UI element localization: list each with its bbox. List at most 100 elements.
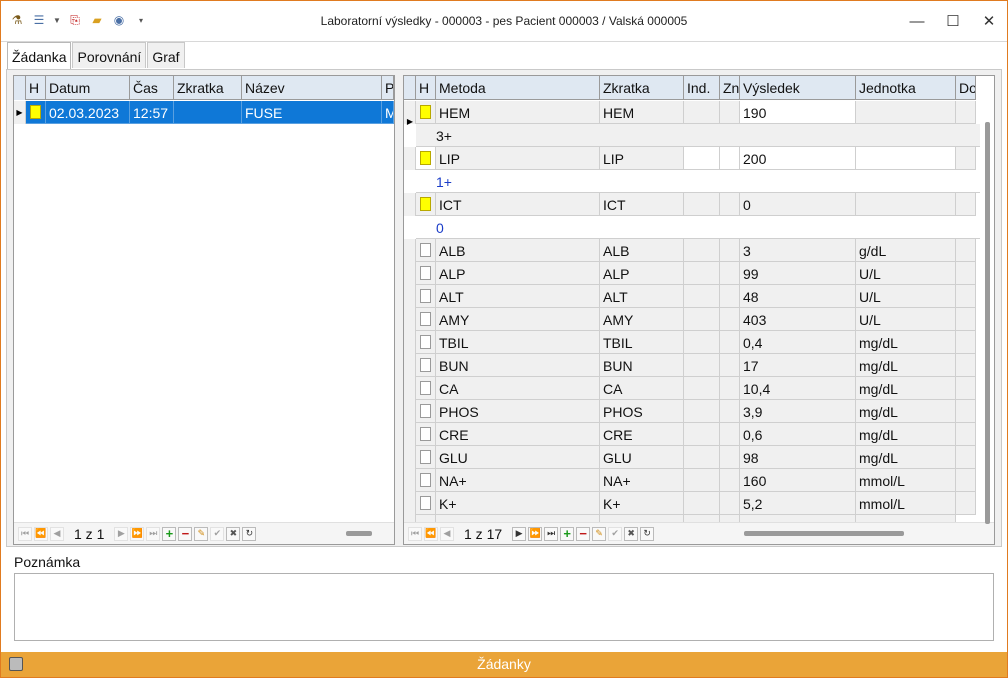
cell-vysledek[interactable]: 3 bbox=[740, 239, 856, 262]
next-page-set-icon[interactable]: ⏩ bbox=[528, 526, 543, 541]
col-header-h[interactable]: H bbox=[26, 76, 46, 100]
refresh-icon[interactable]: ↻ bbox=[242, 526, 257, 541]
table-row[interactable]: BUN BUN 17 mg/dL bbox=[404, 354, 976, 377]
edit-record-icon[interactable]: ✎ bbox=[592, 526, 607, 541]
cell-zn bbox=[720, 147, 740, 170]
first-page-icon[interactable]: ⏮ bbox=[18, 526, 32, 541]
cell-do bbox=[956, 492, 976, 515]
table-row[interactable]: CRE CRE 0,6 mg/dL bbox=[404, 423, 976, 446]
cell-metoda: GLU bbox=[436, 446, 600, 469]
note-label: Poznámka bbox=[14, 554, 81, 570]
cell-jednotka: U/L bbox=[856, 262, 956, 285]
cell-vysledek[interactable]: 190 bbox=[740, 101, 856, 124]
col-header-h[interactable]: H bbox=[416, 76, 436, 100]
cell-vysledek[interactable]: 98 bbox=[740, 446, 856, 469]
cell-vysledek[interactable]: 0,4 bbox=[740, 331, 856, 354]
cancel-record-icon[interactable]: ✖ bbox=[624, 526, 639, 541]
maximize-button[interactable]: ☐ bbox=[935, 1, 971, 41]
cancel-record-icon[interactable]: ✖ bbox=[226, 526, 241, 541]
next-page-icon[interactable]: ▶ bbox=[114, 526, 129, 541]
horizontal-scrollbar[interactable] bbox=[744, 531, 904, 536]
col-header-jednotka[interactable]: Jednotka bbox=[856, 76, 956, 100]
table-row[interactable]: AMY AMY 403 U/L bbox=[404, 308, 976, 331]
delete-record-icon[interactable]: − bbox=[178, 526, 193, 541]
cell-metoda: LIP bbox=[436, 147, 600, 170]
flag-empty-icon bbox=[420, 289, 431, 303]
prev-page-set-icon[interactable]: ⏪ bbox=[424, 526, 438, 541]
col-header-do[interactable]: Do bbox=[956, 76, 976, 100]
close-button[interactable]: ✕ bbox=[971, 1, 1007, 41]
table-row[interactable]: K+ K+ 5,2 mmol/L bbox=[404, 492, 976, 515]
table-row[interactable]: ▶ 02.03.2023 12:57 FUSE M bbox=[14, 101, 394, 124]
prev-page-icon[interactable]: ◀ bbox=[50, 526, 64, 541]
col-header-datum[interactable]: Datum bbox=[46, 76, 130, 100]
next-page-icon[interactable]: ▶ bbox=[512, 526, 527, 541]
table-row[interactable]: PHOS PHOS 3,9 mg/dL bbox=[404, 400, 976, 423]
edit-record-icon[interactable]: ✎ bbox=[194, 526, 209, 541]
delete-record-icon[interactable]: − bbox=[576, 526, 591, 541]
first-page-icon[interactable]: ⏮ bbox=[408, 526, 422, 541]
col-header-ind[interactable]: Ind. bbox=[684, 76, 720, 100]
row-indicator bbox=[404, 308, 416, 331]
cell-vysledek[interactable]: 0 bbox=[740, 193, 856, 216]
add-record-icon[interactable]: + bbox=[560, 526, 575, 541]
tab-zadanka[interactable]: Žádanka bbox=[7, 42, 72, 70]
cell-vysledek[interactable]: 0,6 bbox=[740, 423, 856, 446]
last-page-icon[interactable]: ⏭ bbox=[146, 526, 161, 541]
cell-vysledek[interactable]: 200 bbox=[740, 147, 856, 170]
cell-do bbox=[956, 193, 976, 216]
table-row[interactable]: ALT ALT 48 U/L bbox=[404, 285, 976, 308]
confirm-record-icon[interactable]: ✔ bbox=[210, 526, 225, 541]
note-field[interactable] bbox=[14, 573, 994, 641]
cell-vysledek[interactable]: 17 bbox=[740, 354, 856, 377]
col-header-p[interactable]: P bbox=[382, 76, 394, 100]
row-indicator bbox=[404, 262, 416, 285]
col-header-zkratka[interactable]: Zkratka bbox=[174, 76, 242, 100]
horizontal-scrollbar[interactable] bbox=[346, 531, 372, 536]
cell-vysledek[interactable]: 10,4 bbox=[740, 377, 856, 400]
table-row[interactable]: ALB ALB 3 g/dL bbox=[404, 239, 976, 262]
col-header-vysledek[interactable]: Výsledek bbox=[740, 76, 856, 100]
table-row[interactable]: HEM HEM 190 bbox=[404, 101, 976, 124]
cell-vysledek[interactable]: 403 bbox=[740, 308, 856, 331]
requests-grid-header: H Datum Čas Zkratka Název P bbox=[14, 76, 394, 100]
col-header-zkratka[interactable]: Zkratka bbox=[600, 76, 684, 100]
next-page-set-icon[interactable]: ⏩ bbox=[130, 526, 145, 541]
cell-vysledek[interactable]: 160 bbox=[740, 469, 856, 492]
flag-cell bbox=[416, 331, 436, 354]
cell-zkratka: ALP bbox=[600, 262, 684, 285]
cell-vysledek[interactable]: 99 bbox=[740, 262, 856, 285]
prev-page-icon[interactable]: ◀ bbox=[440, 526, 454, 541]
refresh-icon[interactable]: ↻ bbox=[640, 526, 655, 541]
flag-cell bbox=[416, 285, 436, 308]
vertical-scrollbar[interactable] bbox=[985, 122, 990, 524]
col-header-metoda[interactable]: Metoda bbox=[436, 76, 600, 100]
col-header-cas[interactable]: Čas bbox=[130, 76, 174, 100]
prev-page-set-icon[interactable]: ⏪ bbox=[34, 526, 48, 541]
table-row[interactable]: TBIL TBIL 0,4 mg/dL bbox=[404, 331, 976, 354]
confirm-record-icon[interactable]: ✔ bbox=[608, 526, 623, 541]
minimize-button[interactable]: — bbox=[899, 1, 935, 41]
table-row[interactable]: CA CA 10,4 mg/dL bbox=[404, 377, 976, 400]
col-header-zn[interactable]: Zn bbox=[720, 76, 740, 100]
cell-ind bbox=[684, 423, 720, 446]
table-row[interactable]: NA+ NA+ 160 mmol/L bbox=[404, 469, 976, 492]
cell-do bbox=[956, 331, 976, 354]
table-row[interactable]: ICT ICT 0 bbox=[404, 193, 976, 216]
tab-porovnani[interactable]: Porovnání bbox=[72, 42, 147, 68]
cell-p: M bbox=[382, 101, 394, 124]
table-row[interactable]: GLU GLU 98 mg/dL bbox=[404, 446, 976, 469]
cell-vysledek[interactable]: 48 bbox=[740, 285, 856, 308]
add-record-icon[interactable]: + bbox=[162, 526, 177, 541]
flag-empty-icon bbox=[420, 335, 431, 349]
cell-vysledek[interactable]: 5,2 bbox=[740, 492, 856, 515]
table-row[interactable]: LIP LIP 200 bbox=[404, 147, 976, 170]
cell-jednotka: mg/dL bbox=[856, 423, 956, 446]
cell-vysledek[interactable]: 3,9 bbox=[740, 400, 856, 423]
tab-graf[interactable]: Graf bbox=[147, 42, 185, 68]
col-header-nazev[interactable]: Název bbox=[242, 76, 382, 100]
flag-cell bbox=[416, 239, 436, 262]
table-row[interactable]: ALP ALP 99 U/L bbox=[404, 262, 976, 285]
last-page-icon[interactable]: ⏭ bbox=[544, 526, 559, 541]
flag-cell bbox=[416, 308, 436, 331]
